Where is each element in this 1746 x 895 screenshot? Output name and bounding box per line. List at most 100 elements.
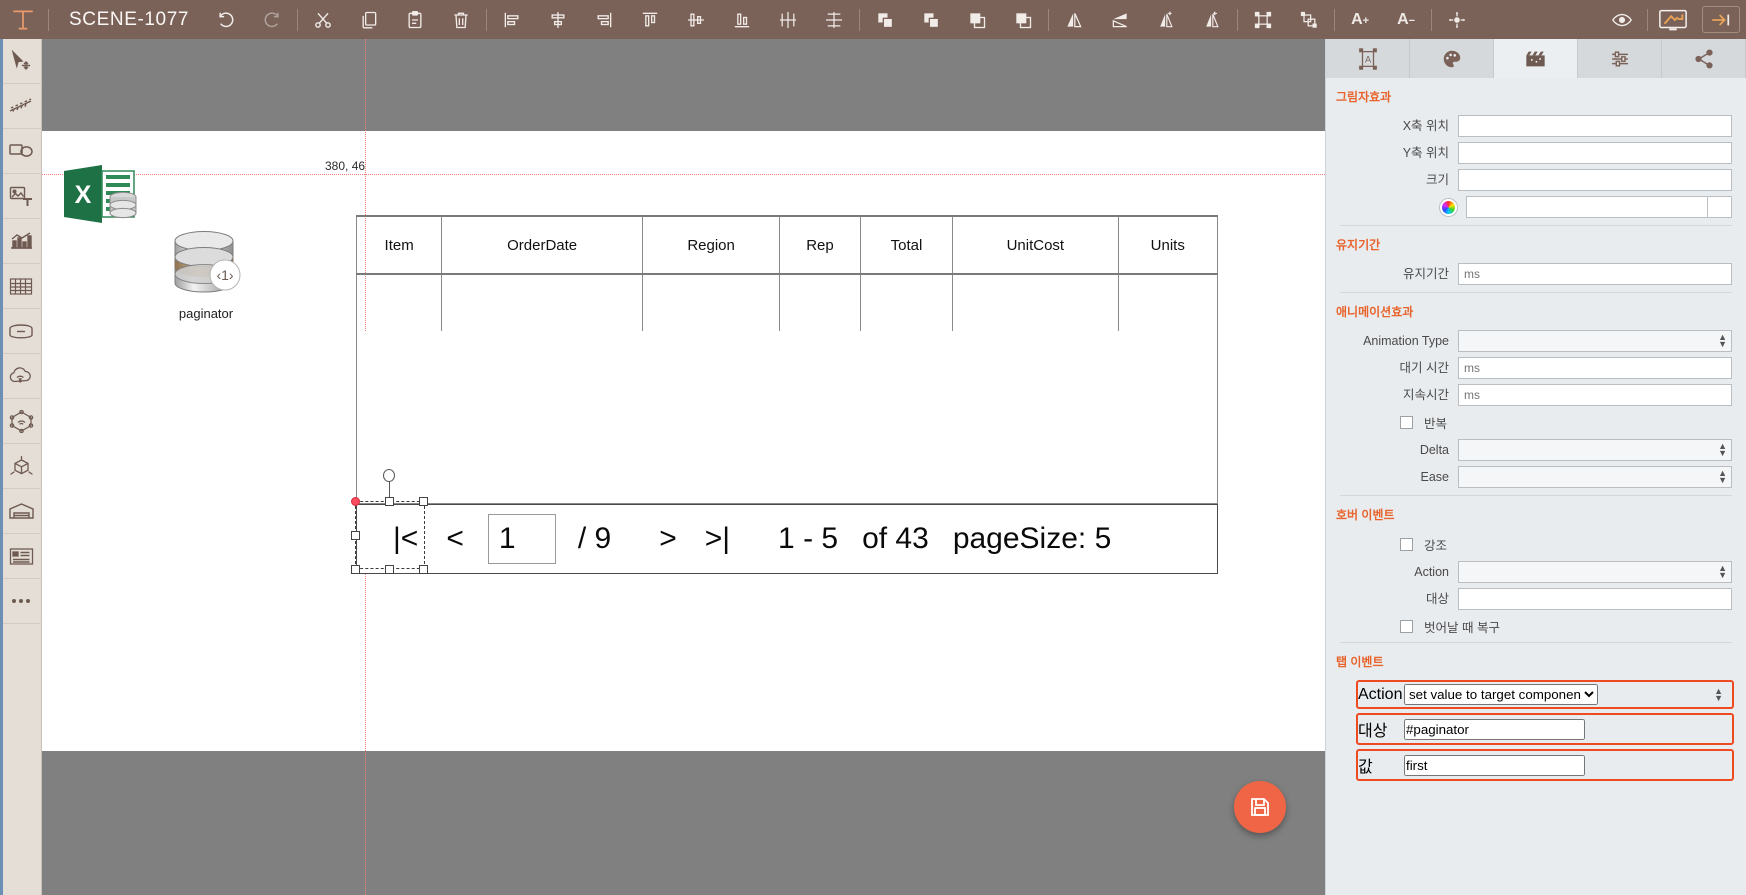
bring-forward-icon[interactable] <box>908 0 954 39</box>
shadow-x-input[interactable] <box>1458 115 1732 137</box>
data-table[interactable]: Item OrderDate Region Rep Total UnitCost… <box>355 215 1219 333</box>
distribute-horizontal-icon[interactable] <box>765 0 811 39</box>
tab-settings[interactable] <box>1578 39 1662 78</box>
hover-restore-checkbox[interactable] <box>1400 620 1413 633</box>
tab-style[interactable] <box>1410 39 1494 78</box>
shadow-size-input[interactable] <box>1458 169 1732 191</box>
send-to-back-icon[interactable] <box>1000 0 1046 39</box>
app-logo[interactable] <box>0 0 46 39</box>
bring-to-front-icon[interactable] <box>862 0 908 39</box>
first-page-button[interactable]: |< <box>379 522 432 556</box>
align-center-horizontal-icon[interactable] <box>535 0 581 39</box>
tap-action-select-wrap[interactable]: set value to target componen ▲ ▼ <box>1404 684 1728 705</box>
shadow-color-row <box>1326 195 1732 219</box>
container-tool[interactable] <box>0 309 42 354</box>
ungroup-icon[interactable] <box>1286 0 1332 39</box>
animation-ease-select[interactable] <box>1458 466 1732 488</box>
delete-icon[interactable] <box>438 0 484 39</box>
animation-ease-select-wrap[interactable]: ▲ ▼ <box>1458 466 1732 488</box>
send-backward-icon[interactable] <box>954 0 1000 39</box>
hover-action-select-wrap[interactable]: ▲ ▼ <box>1458 561 1732 583</box>
group-icon[interactable] <box>1240 0 1286 39</box>
animation-repeat-checkbox[interactable] <box>1400 416 1413 429</box>
of-total-label: of 43 <box>862 522 929 555</box>
shadow-color-input[interactable] <box>1466 196 1708 218</box>
selection-handle-bottom[interactable] <box>385 565 394 574</box>
paste-icon[interactable] <box>392 0 438 39</box>
rotate-right-icon[interactable] <box>1189 0 1235 39</box>
undo-icon[interactable] <box>203 0 249 39</box>
canvas-area[interactable]: 380, 46 X ‹1› paginator Item OrderDate R… <box>42 39 1325 895</box>
selection-handle-bottom-right[interactable] <box>419 565 428 574</box>
last-page-button[interactable]: >| <box>691 522 744 556</box>
network-tool[interactable] <box>0 399 42 444</box>
rotate-left-icon[interactable] <box>1143 0 1189 39</box>
chart-tool[interactable] <box>0 219 42 264</box>
eye-icon[interactable] <box>1599 0 1645 39</box>
save-button[interactable] <box>1234 781 1286 833</box>
distribute-vertical-icon[interactable] <box>811 0 857 39</box>
divider <box>1647 8 1648 31</box>
image-text-tool[interactable] <box>0 174 42 219</box>
hover-target-input[interactable] <box>1458 588 1732 610</box>
cut-icon[interactable] <box>300 0 346 39</box>
redo-icon[interactable] <box>249 0 295 39</box>
tab-animation[interactable] <box>1494 39 1578 78</box>
divider <box>859 8 861 31</box>
font-increase-icon[interactable]: A + <box>1337 0 1383 39</box>
font-decrease-icon[interactable]: A − <box>1383 0 1429 39</box>
line-tool[interactable] <box>0 84 42 129</box>
collapse-panel-icon[interactable] <box>1702 6 1740 33</box>
hover-emphasis-checkbox[interactable] <box>1400 538 1413 551</box>
move-icon[interactable] <box>1434 0 1480 39</box>
hover-action-select[interactable] <box>1458 561 1732 583</box>
animation-delta-select[interactable] <box>1458 439 1732 461</box>
3d-tool[interactable] <box>0 444 42 489</box>
shadow-y-input[interactable] <box>1458 142 1732 164</box>
tap-target-input[interactable] <box>1404 718 1585 740</box>
flip-horizontal-icon[interactable] <box>1051 0 1097 39</box>
animation-delay-row: 대기 시간 <box>1326 356 1732 380</box>
excel-database-icon[interactable]: X <box>62 163 140 225</box>
animation-duration-input[interactable] <box>1458 384 1732 406</box>
prev-page-button[interactable]: < <box>432 522 478 556</box>
table-tool[interactable] <box>0 264 42 309</box>
selection-handle-top[interactable] <box>385 497 394 506</box>
tap-value-input[interactable] <box>1404 754 1585 776</box>
color-wheel-icon[interactable] <box>1440 198 1457 216</box>
paginator-node[interactable]: ‹1› paginator <box>156 227 256 321</box>
paginator-bar[interactable]: |< < / 9 > >| 1 - 5 of 43 pageSize: 5 <box>356 504 1218 574</box>
align-left-icon[interactable] <box>489 0 535 39</box>
shape-tool[interactable] <box>0 129 42 174</box>
shadow-color-swatch[interactable] <box>1708 196 1732 218</box>
selection-handle-top-right[interactable] <box>419 497 428 506</box>
monitor-icon[interactable] <box>1650 0 1696 39</box>
select-tool[interactable] <box>0 39 42 84</box>
rotation-handle[interactable] <box>383 469 395 482</box>
more-tool[interactable] <box>0 579 42 624</box>
share-icon <box>1694 48 1713 69</box>
page-number-input[interactable] <box>487 514 556 564</box>
animation-type-select-wrap[interactable]: ▲ ▼ <box>1458 330 1732 352</box>
cloud-tool[interactable] <box>0 354 42 399</box>
paginator-badge: ‹1› <box>216 267 233 283</box>
tab-properties[interactable]: A <box>1326 39 1410 78</box>
animation-type-select[interactable] <box>1458 330 1732 352</box>
selection-handle-left[interactable] <box>351 531 360 540</box>
flip-vertical-icon[interactable] <box>1097 0 1143 39</box>
tap-action-select[interactable]: set value to target componen <box>1404 684 1598 705</box>
align-bottom-icon[interactable] <box>719 0 765 39</box>
selection-handle-bottom-left[interactable] <box>351 565 360 574</box>
align-top-icon[interactable] <box>627 0 673 39</box>
animation-delay-input[interactable] <box>1458 357 1732 379</box>
copy-icon[interactable] <box>346 0 392 39</box>
align-right-icon[interactable] <box>581 0 627 39</box>
selection-handle-origin[interactable] <box>351 497 360 506</box>
tab-share[interactable] <box>1662 39 1746 78</box>
animation-delta-select-wrap[interactable]: ▲ ▼ <box>1458 439 1732 461</box>
layout-tool[interactable] <box>0 534 42 579</box>
facility-tool[interactable] <box>0 489 42 534</box>
next-page-button[interactable]: > <box>645 522 691 556</box>
duration-input[interactable] <box>1458 263 1732 285</box>
align-middle-vertical-icon[interactable] <box>673 0 719 39</box>
